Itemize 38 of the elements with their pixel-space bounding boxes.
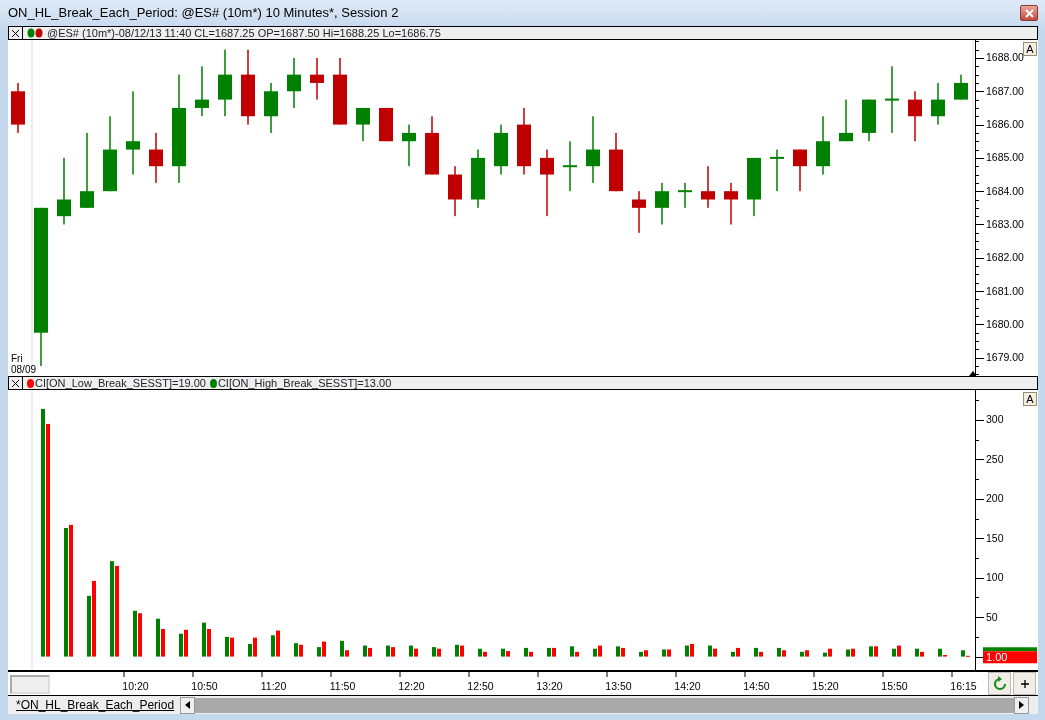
- time-axis-label: 14:50: [743, 680, 770, 692]
- axis-label: 1683.00: [986, 218, 1024, 230]
- legend-value: =19.00: [171, 377, 206, 389]
- time-axis-label: 15:20: [812, 680, 839, 692]
- legend-name: CI[ON_Low_Break_SESST]: [35, 377, 172, 389]
- axis-label: 50: [986, 610, 998, 623]
- axis-label: 300: [986, 413, 1004, 426]
- pane-header-text: @ES# (10m*)-08/12/13 11:40 CL=1687.25 OP=1687.50 Hi=1688.25 Lo=1686.75: [47, 27, 441, 39]
- axis-label: 250: [986, 452, 1004, 465]
- axis-label: 1682.00: [986, 251, 1024, 264]
- axis-label: 200: [986, 492, 1004, 505]
- axis-label: 1679.00: [986, 351, 1024, 364]
- axis-label: 1687.00: [986, 84, 1024, 97]
- axis-label: 1681.00: [986, 284, 1024, 297]
- time-axis-label: 12:20: [398, 680, 425, 692]
- time-axis-label: 13:20: [536, 680, 563, 692]
- axis-label: 100: [986, 571, 1004, 584]
- axis-label: 150: [986, 531, 1004, 544]
- time-axis-label: 16:15: [950, 680, 977, 692]
- legend-value: =13.00: [357, 377, 392, 389]
- axis-label: 1686.00: [986, 118, 1024, 131]
- time-axis-label: 10:50: [191, 680, 218, 692]
- time-axis-label: 10:20: [122, 680, 149, 692]
- axis-label: 1684.00: [986, 184, 1024, 197]
- axis-label: 1688.00: [986, 51, 1024, 64]
- time-axis-label: 11:20: [260, 680, 287, 692]
- time-axis-label: 14:20: [674, 680, 701, 692]
- time-axis-label: 15:50: [881, 680, 908, 692]
- axis-label: 1685.00: [986, 151, 1024, 164]
- value-label: 1.00: [983, 651, 1037, 664]
- time-axis-label: 11:50: [329, 680, 356, 692]
- date-label: 08/09: [11, 364, 37, 375]
- time-axis-label: 12:50: [467, 680, 494, 692]
- axis-label: 1680.00: [986, 317, 1024, 330]
- window-title: ON_HL_Break_Each_Period: @ES# (10m*) 10 Minutes*, Session 2: [8, 4, 399, 23]
- time-axis-label: 13:50: [605, 680, 632, 692]
- legend-name: CI[ON_High_Break_SESST]: [217, 377, 358, 389]
- date-label: Fri: [11, 353, 23, 364]
